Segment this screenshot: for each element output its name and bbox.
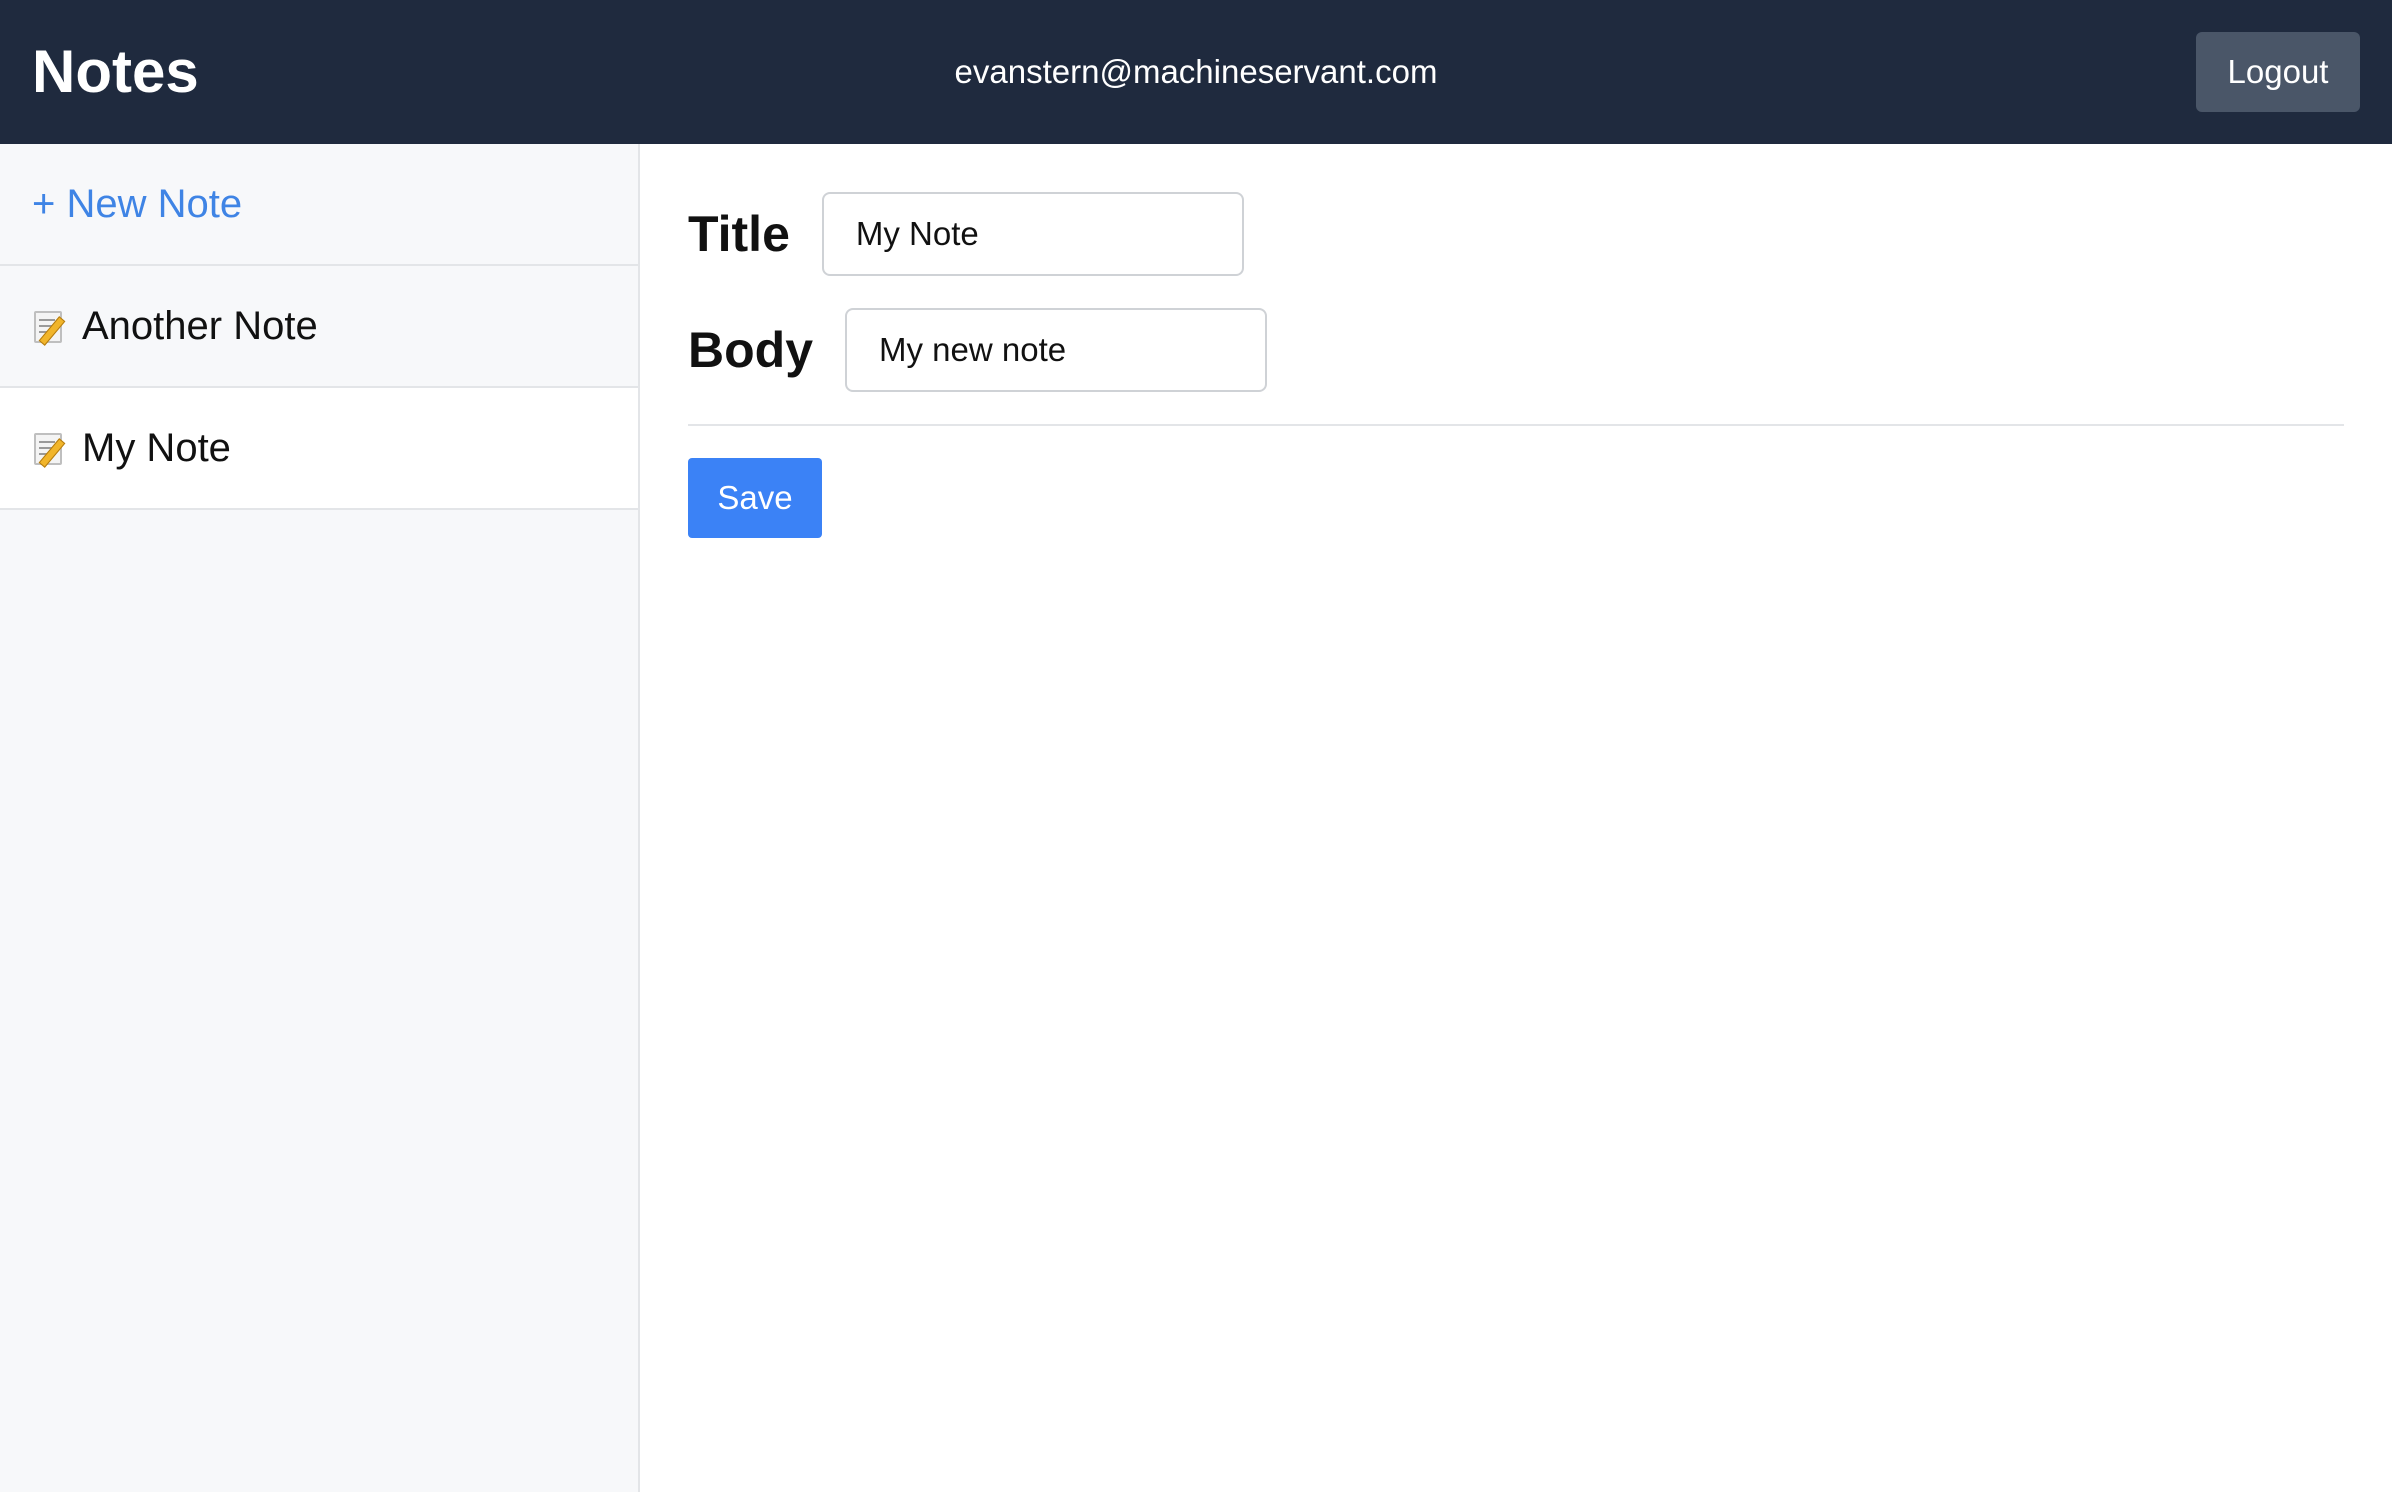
title-field-row: Title bbox=[688, 192, 1244, 276]
memo-icon bbox=[32, 307, 70, 346]
notes-sidebar: + New Note Another Note My Note bbox=[0, 144, 640, 1492]
user-email: evanstern@machineservant.com bbox=[954, 53, 1438, 90]
logout-button[interactable]: Logout bbox=[2196, 32, 2360, 112]
sidebar-item-label: My Note bbox=[82, 425, 231, 470]
new-note-button[interactable]: + New Note bbox=[0, 144, 638, 266]
sidebar-item-another-note[interactable]: Another Note bbox=[0, 266, 638, 388]
form-divider bbox=[688, 424, 2344, 426]
body-label: Body bbox=[688, 322, 813, 378]
app-header: Notes evanstern@machineservant.com Logou… bbox=[0, 0, 2392, 144]
note-editor: Title Body Save bbox=[642, 144, 2392, 1492]
memo-icon bbox=[32, 429, 70, 468]
title-input[interactable] bbox=[821, 192, 1244, 276]
body-field-row: Body bbox=[688, 308, 1267, 392]
sidebar-item-my-note[interactable]: My Note bbox=[0, 388, 638, 510]
body-input[interactable] bbox=[845, 308, 1267, 392]
sidebar-item-label: Another Note bbox=[82, 303, 318, 348]
title-label: Title bbox=[688, 206, 790, 262]
save-button[interactable]: Save bbox=[688, 458, 822, 538]
